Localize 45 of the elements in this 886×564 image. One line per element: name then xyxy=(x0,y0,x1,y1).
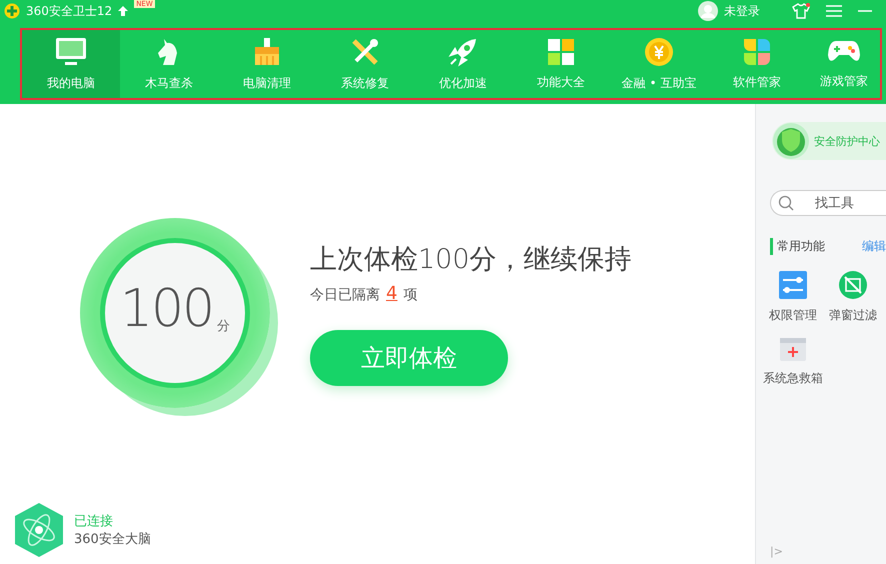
tools-icon xyxy=(350,36,380,66)
coin-icon xyxy=(644,36,674,66)
brain-status: 已连接 xyxy=(74,513,114,530)
section-title: 常用功能 xyxy=(770,238,825,255)
atom-icon xyxy=(14,502,64,558)
brain-name: 360安全大脑 xyxy=(74,531,151,548)
score-value: 100 xyxy=(120,283,214,335)
nav-tab[interactable]: 系统修复 xyxy=(316,30,414,98)
nav-tab[interactable]: 金融 • 互助宝 xyxy=(610,30,708,98)
avatar-icon[interactable] xyxy=(698,1,718,21)
protection-center-button[interactable]: 安全防护中心 xyxy=(772,122,886,160)
nav-tab[interactable]: 我的电脑 xyxy=(22,30,120,98)
popup-blocked-icon xyxy=(839,271,867,299)
upgrade-icon xyxy=(118,6,128,16)
nav-tab[interactable]: 电脑清理 xyxy=(218,30,316,98)
nav-tab[interactable]: 木马查杀 xyxy=(120,30,218,98)
rocket-icon xyxy=(448,36,478,66)
edit-link[interactable]: 编辑 xyxy=(862,238,886,255)
monitor-icon xyxy=(55,36,87,66)
menu-icon[interactable] xyxy=(826,4,842,18)
tool-item[interactable]: 弹窗过滤 xyxy=(824,271,882,324)
collapse-button[interactable]: |> xyxy=(770,545,886,558)
skin-icon[interactable] xyxy=(792,3,810,19)
nav-tab[interactable]: 软件管家 xyxy=(708,30,806,98)
nav-tab[interactable]: 优化加速 xyxy=(414,30,512,98)
tool-item[interactable]: 系统急救箱 xyxy=(764,334,822,387)
logo-icon xyxy=(4,3,20,19)
search-icon xyxy=(778,195,794,211)
broom-icon xyxy=(252,36,282,66)
headline: 上次体检100分，继续保持 xyxy=(310,242,632,276)
login-link[interactable]: 未登录 xyxy=(724,2,760,20)
app-title: 360安全卫士12 xyxy=(26,2,112,20)
petals-icon xyxy=(743,38,771,66)
isolated-label: 今日已隔离 xyxy=(310,286,380,304)
isolated-unit: 项 xyxy=(403,286,418,304)
isolated-count[interactable]: 4 xyxy=(386,282,398,304)
score-unit: 分 xyxy=(217,318,230,335)
search-field[interactable]: 找工具 xyxy=(770,190,886,216)
tool-item[interactable]: 权限管理 xyxy=(764,271,822,324)
nav-tab[interactable]: 功能大全 xyxy=(512,30,610,98)
check-button[interactable]: 立即体检 xyxy=(310,330,508,386)
nav-tab[interactable]: 游戏管家 xyxy=(806,30,882,98)
shield-icon xyxy=(772,122,810,160)
switches-icon xyxy=(779,271,807,299)
grid-icon xyxy=(547,38,575,66)
